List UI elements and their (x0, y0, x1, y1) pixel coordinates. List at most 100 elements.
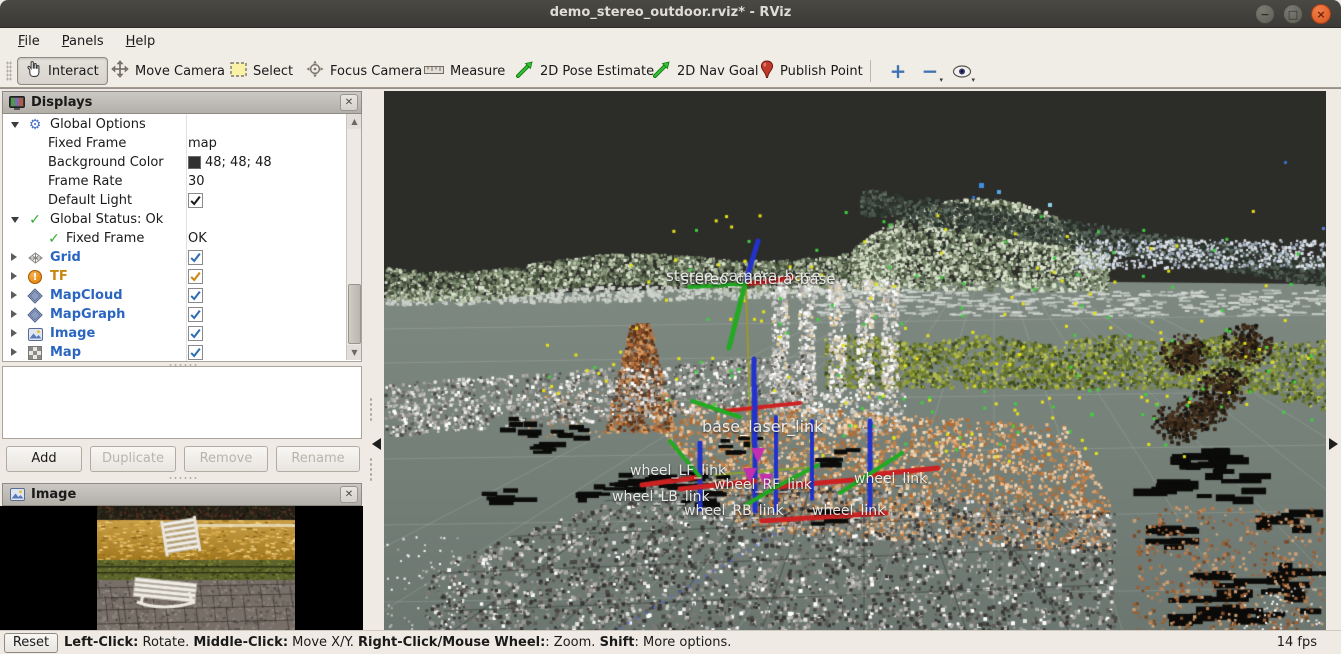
displays-tree-scrollbar[interactable]: ▲ ▼ (346, 114, 361, 360)
displays-panel-header[interactable]: Displays ✕ (2, 91, 362, 114)
enabled-checkbox[interactable] (188, 345, 203, 360)
enabled-checkbox[interactable] (188, 193, 203, 208)
help-segment: Rotate. (138, 635, 193, 650)
tree-row-value[interactable] (188, 326, 203, 341)
image-panel-close-icon[interactable]: ✕ (340, 486, 358, 503)
enabled-checkbox[interactable] (188, 288, 203, 303)
toolbar-separator (870, 60, 871, 82)
main-content: Displays ✕ ▲ ▼ ⚙ Global Options Fixed Fram… (0, 88, 1341, 630)
tool-label: Measure (450, 64, 505, 79)
tree-row-mapcloud[interactable]: MapCloud (3, 286, 347, 305)
tree-row-value[interactable] (188, 250, 203, 265)
tree-row-label: Frame Rate (48, 174, 122, 189)
add-button[interactable]: Add (6, 446, 82, 472)
tool-interact[interactable]: Interact (17, 57, 108, 85)
chevron-down-icon[interactable] (11, 122, 19, 128)
tree-row-value[interactable] (188, 269, 203, 284)
tree-row-global-options[interactable]: ⚙ Global Options (3, 115, 347, 134)
tree-row-label: Fixed Frame (66, 231, 144, 246)
panel-splitter[interactable] (362, 89, 384, 631)
tf-frame-label: wheel_link (854, 471, 927, 487)
tree-row-value[interactable]: map (188, 136, 217, 151)
chevron-right-icon[interactable] (11, 253, 17, 261)
splitter-handle[interactable] (168, 476, 198, 480)
menu-help[interactable]: Help (116, 31, 166, 52)
tree-row-fixed-frame[interactable]: Fixed Framemap (3, 134, 347, 153)
remove-tool-icon: − (922, 59, 939, 83)
menubar: FilePanelsHelp (0, 28, 1341, 54)
displays-panel-title: Displays (31, 95, 92, 110)
tf-frame-label: wheel_RB_link (684, 503, 784, 519)
menu-panels[interactable]: Panels (52, 31, 114, 52)
toolbar-drag-handle[interactable] (6, 61, 12, 81)
collapse-left-icon[interactable] (372, 438, 381, 450)
3d-scene-render[interactable] (384, 91, 1326, 631)
tree-row-value[interactable] (188, 345, 203, 360)
chevron-right-icon[interactable] (11, 291, 17, 299)
tree-row-mapgraph[interactable]: MapGraph (3, 305, 347, 324)
tree-row-value[interactable] (188, 288, 203, 303)
chevron-right-icon[interactable] (11, 348, 17, 356)
reset-button[interactable]: Reset (4, 633, 58, 653)
scroll-down-icon[interactable]: ▼ (347, 345, 362, 360)
chevron-down-icon[interactable] (11, 217, 19, 223)
chevron-right-icon[interactable] (11, 310, 17, 318)
color-swatch (188, 156, 201, 169)
tree-row-status-fixed-frame[interactable]: ✓Fixed FrameOK (3, 229, 347, 248)
tree-row-tf[interactable]: !TF (3, 267, 347, 286)
tool-label: Publish Point (780, 64, 863, 79)
tree-row-label: TF (50, 269, 68, 284)
button-label: Rename (291, 451, 344, 466)
chevron-down-icon: ▾ (971, 76, 975, 84)
button-label: Duplicate (102, 451, 164, 466)
scroll-up-icon[interactable]: ▲ (347, 114, 362, 129)
tool-focus-camera[interactable]: Focus Camera (298, 57, 430, 85)
value-text: 30 (188, 174, 205, 189)
enabled-checkbox[interactable] (188, 250, 203, 265)
tree-row-global-status[interactable]: ✓Global Status: Ok (3, 210, 347, 229)
value-text: 48; 48; 48 (205, 155, 272, 170)
collapse-right-icon[interactable] (1329, 438, 1338, 450)
tree-row-value[interactable] (188, 193, 203, 208)
grid-icon (27, 250, 43, 266)
tree-row-label: Grid (50, 250, 81, 265)
tool-select[interactable]: Select (222, 57, 301, 85)
tree-row-default-light[interactable]: Default Light (3, 191, 347, 210)
tool-move-camera[interactable]: Move Camera (103, 57, 233, 85)
chevron-right-icon[interactable] (11, 329, 17, 337)
tree-row-value[interactable]: 48; 48; 48 (188, 155, 272, 170)
tree-row-frame-rate[interactable]: Frame Rate 30 (3, 172, 347, 191)
image-panel-view (0, 506, 363, 631)
tree-row-background-color[interactable]: Background Color48; 48; 48 (3, 153, 347, 172)
eye-icon (952, 59, 972, 83)
tool-2d-nav-goal[interactable]: 2D Nav Goal (645, 57, 767, 85)
tree-row-image[interactable]: Image (3, 324, 347, 343)
help-segment: : More options. (635, 635, 732, 650)
tool-label: 2D Pose Estimate (540, 64, 654, 79)
add-tool-button[interactable]: + (884, 57, 912, 85)
tree-row-grid[interactable]: Grid (3, 248, 347, 267)
tree-row-value[interactable]: 30 (188, 174, 205, 189)
tool-measure[interactable]: Measure (416, 57, 513, 85)
tool-visibility-button[interactable]: ▾ (948, 57, 976, 85)
remove-tool-button[interactable]: −▾ (916, 57, 944, 85)
tool-publish-point[interactable]: Publish Point (752, 57, 871, 85)
scrollbar-thumb[interactable] (348, 284, 361, 344)
enabled-checkbox[interactable] (188, 326, 203, 341)
map-icon (27, 345, 43, 361)
enabled-checkbox[interactable] (188, 269, 203, 284)
menu-file[interactable]: File (8, 31, 50, 52)
display-description-box (2, 366, 362, 439)
gear-icon: ⚙ (27, 117, 43, 133)
3d-viewport[interactable]: stereo_camera_basestereo_camera_basebase… (384, 91, 1326, 631)
tree-row-value[interactable]: OK (188, 231, 207, 246)
tf-frame-label: wheel_LF_link (630, 463, 726, 479)
enabled-checkbox[interactable] (188, 307, 203, 322)
displays-panel-close-icon[interactable]: ✕ (340, 94, 358, 111)
image-panel-header[interactable]: Image ✕ (2, 483, 362, 506)
chevron-right-icon[interactable] (11, 272, 17, 280)
tree-row-map[interactable]: Map (3, 343, 347, 362)
tree-row-value[interactable] (188, 307, 203, 322)
tool-2d-pose-estimate[interactable]: 2D Pose Estimate (508, 57, 662, 85)
tree-row-label: Global Options (50, 117, 146, 132)
